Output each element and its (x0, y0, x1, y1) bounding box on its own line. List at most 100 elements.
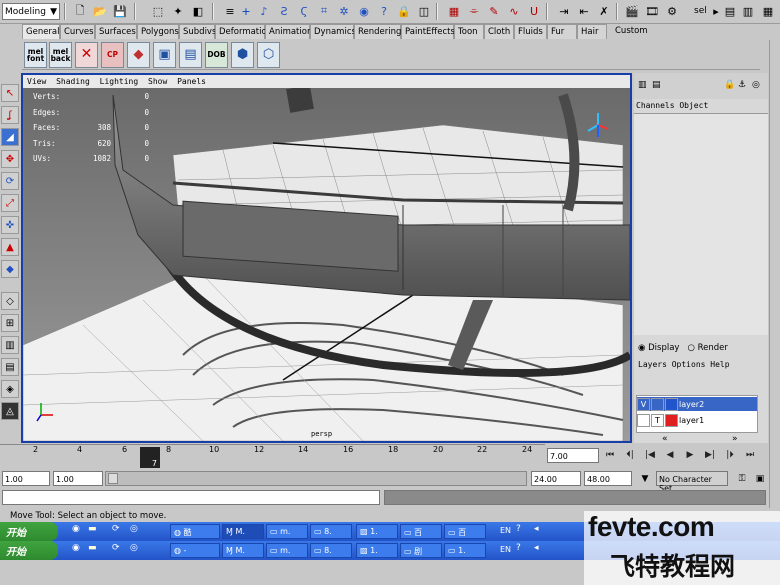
menu-view[interactable]: View (27, 77, 46, 86)
preferences-icon[interactable]: ▣ (753, 472, 767, 486)
open-scene-icon[interactable]: 📂 (92, 3, 108, 19)
taskbar-item[interactable]: Ɱ M. (222, 543, 264, 558)
select-component-icon[interactable]: ◧ (190, 3, 206, 19)
viewport-panel[interactable]: View Shading Lighting Show Panels Verts:… (21, 73, 632, 443)
channel-box-icon[interactable]: ▦ (760, 3, 776, 19)
shelf-button-dob[interactable]: DOB (205, 42, 228, 68)
new-scene-icon[interactable]: 🗋 (72, 3, 88, 19)
taskbar-item[interactable]: ▭ m. (266, 524, 308, 539)
command-input[interactable] (2, 490, 380, 505)
language-indicator[interactable]: EN (500, 545, 511, 554)
range-slider[interactable] (105, 471, 527, 486)
menu-lighting[interactable]: Lighting (100, 77, 139, 86)
snap-icon[interactable]: ◫ (416, 3, 432, 19)
pin-icon[interactable]: ⚓ (738, 81, 746, 90)
start-time-field[interactable]: 1.00 (2, 471, 50, 486)
taskbar-item[interactable]: ▭ m. (266, 543, 308, 558)
tab-fluids[interactable]: Fluids (514, 24, 547, 39)
tab-cloth[interactable]: Cloth (484, 24, 514, 39)
taskbar-item[interactable]: ▭ 1. (444, 543, 486, 558)
tab-curves[interactable]: Curves (60, 24, 95, 39)
rotate-tool-icon[interactable]: ⟳ (1, 172, 19, 190)
taskbar-item[interactable]: ▭ 百 (444, 524, 486, 539)
taskbar-item[interactable]: Ɱ M. (222, 524, 264, 539)
step-forward-key-icon[interactable]: ▶| (703, 448, 717, 462)
select-tool-icon[interactable]: ↖ (1, 84, 19, 102)
tab-toon[interactable]: Toon (454, 24, 484, 39)
time-slider[interactable]: 2 4 6 8 10 12 14 16 18 20 22 24 7 (0, 444, 545, 468)
step-forward-icon[interactable]: |⏵ (723, 448, 737, 462)
taskbar-item[interactable]: ▭ 百 (400, 524, 442, 539)
range-slider-handle[interactable] (108, 473, 118, 484)
shelf-button-cylinder[interactable]: ⬢ (231, 42, 254, 68)
layer-type-toggle[interactable] (651, 397, 664, 411)
layout-single-icon[interactable]: ◇ (1, 292, 19, 310)
tab-fur[interactable]: Fur (547, 24, 577, 39)
tab-rendering[interactable]: Rendering (354, 24, 401, 39)
browser-icon[interactable]: ◉ (72, 525, 80, 534)
taskbar-item[interactable]: ▨ 1. (356, 543, 398, 558)
folder-icon[interactable]: ▬ (88, 544, 97, 553)
step-back-icon[interactable]: ⏴| (623, 448, 637, 462)
pick-surface-icon[interactable]: Ϛ (296, 3, 312, 19)
panel-layout-icon[interactable]: ▥ (638, 81, 647, 90)
output-icon[interactable]: ⇤ (576, 3, 592, 19)
render-icon[interactable]: 🎬 (624, 3, 640, 19)
select-hierarchy-icon[interactable]: ⬚ (150, 3, 166, 19)
taskbar-item[interactable]: ▭ 剧 (400, 543, 442, 558)
save-scene-icon[interactable]: 💾 (112, 3, 128, 19)
menu-object[interactable]: Object (679, 101, 708, 110)
taskbar-item[interactable]: ◍ - (170, 543, 220, 558)
refresh-icon[interactable]: ⟳ (112, 525, 120, 534)
layout-outliner-icon[interactable]: ◬ (1, 402, 19, 420)
scrollbar-vertical[interactable] (769, 40, 780, 510)
channel-box-area[interactable] (634, 113, 768, 335)
scroll-right-icon[interactable]: » (732, 435, 738, 444)
play-forward-icon[interactable]: ▶ (683, 448, 697, 462)
shelf-button-cross[interactable]: ✕ (75, 42, 98, 68)
play-backward-icon[interactable]: ◀ (663, 448, 677, 462)
pick-handle-icon[interactable]: + (238, 3, 254, 19)
layer-row[interactable]: V layer2 (637, 397, 757, 411)
paint-select-tool-icon[interactable]: ◢ (1, 128, 19, 146)
shelf-button-cube[interactable]: ▣ (153, 42, 176, 68)
tab-deformation[interactable]: Deformation (215, 24, 272, 39)
history-icon[interactable]: ✗ (596, 3, 612, 19)
pick-deformer-icon[interactable]: ⌗ (316, 3, 332, 19)
tool-settings-icon[interactable]: ▥ (740, 3, 756, 19)
key-icon[interactable]: ⚿ (735, 472, 749, 486)
select-object-icon[interactable]: ✦ (170, 3, 186, 19)
tab-subdivs[interactable]: Subdivs (179, 24, 216, 39)
soft-mod-tool-icon[interactable]: ▲ (1, 238, 19, 256)
media-icon[interactable]: ◎ (130, 544, 138, 553)
tab-painteffects[interactable]: PaintEffects (401, 24, 455, 39)
media-icon[interactable]: ◎ (130, 525, 138, 534)
tab-general[interactable]: General (22, 24, 60, 39)
layer-color-swatch[interactable] (665, 413, 678, 427)
language-indicator[interactable]: EN (500, 526, 511, 535)
snap-point-icon[interactable]: ✎ (486, 3, 502, 19)
input-icon[interactable]: ⇥ (556, 3, 572, 19)
menu-show[interactable]: Show (148, 77, 167, 86)
layer-visibility-toggle[interactable] (637, 413, 650, 427)
pick-curve-icon[interactable]: Ƨ (276, 3, 292, 19)
render-settings-icon[interactable]: ⚙ (664, 3, 680, 19)
lock-icon[interactable]: 🔒 (724, 81, 735, 90)
volume-icon[interactable]: ◂ (534, 525, 539, 534)
layout-persp-graph-icon[interactable]: ▤ (1, 358, 19, 376)
taskbar-item[interactable]: ◍ 酷 (170, 524, 220, 539)
start-button[interactable]: 开始 (0, 541, 58, 560)
panel-layout-icon[interactable]: ▤ (652, 81, 661, 90)
snap-grid-icon[interactable]: ▦ (446, 3, 462, 19)
attribute-editor-icon[interactable]: ▤ (722, 3, 738, 19)
layout-hypershade-icon[interactable]: ◈ (1, 380, 19, 398)
mode-select[interactable]: Modeling ▼ (2, 3, 60, 20)
end-time-field[interactable]: 24.00 (531, 471, 581, 486)
help-icon[interactable]: ? (516, 525, 521, 534)
tab-animation[interactable]: Animation (265, 24, 312, 39)
pick-dynamic-icon[interactable]: ✲ (336, 3, 352, 19)
taskbar-item[interactable]: ▭ 8. (310, 543, 352, 558)
start-button[interactable]: 开始 (0, 522, 58, 541)
ipr-render-icon[interactable]: 🎞 (644, 3, 660, 19)
layer-visibility-toggle[interactable]: V (637, 397, 650, 411)
